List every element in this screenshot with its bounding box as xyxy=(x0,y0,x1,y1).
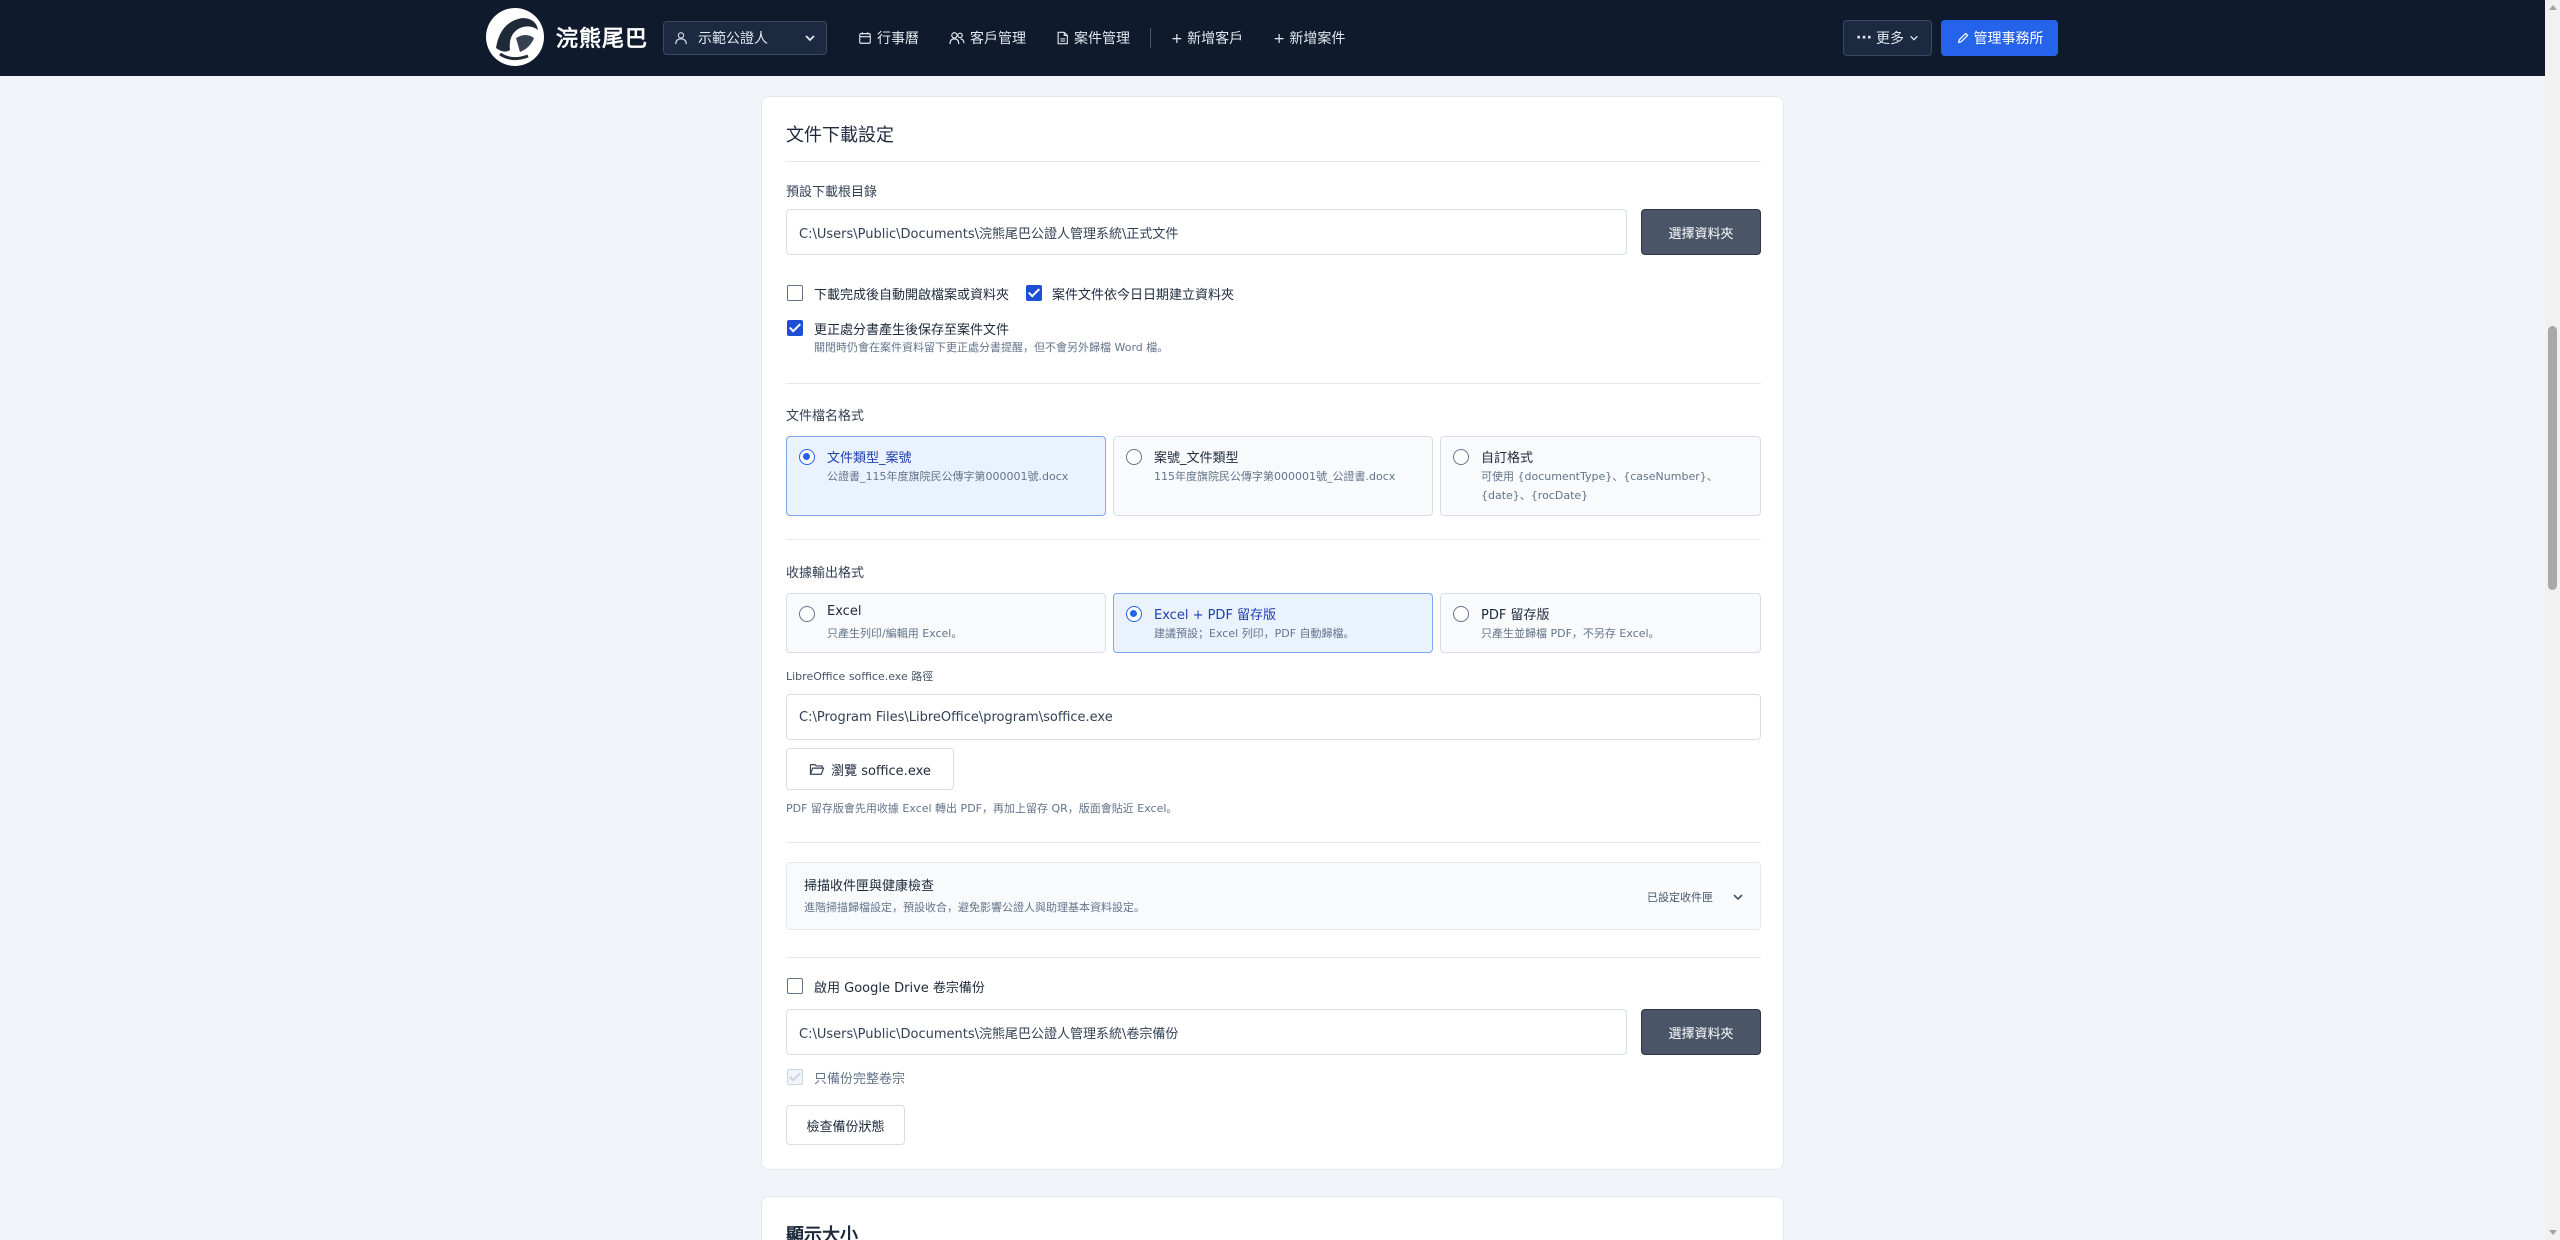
receipt-option-excel-pdf[interactable]: Excel + PDF 留存版 建議預設；Excel 列印，PDF 自動歸檔。 xyxy=(1113,593,1433,653)
scan-folder-status: 已設定收件匣 xyxy=(1647,891,1713,904)
display-size-card: 顯示大小 xyxy=(761,1196,1784,1240)
pdf-hint: PDF 留存版會先用收據 Excel 轉出 PDF，再加上留存 QR，版面會貼近… xyxy=(786,802,1178,815)
chevron-down-icon xyxy=(1733,894,1743,901)
user-icon xyxy=(675,32,687,45)
browse-soffice-button[interactable]: 瀏覽 soffice.exe xyxy=(786,748,954,790)
radio-icon xyxy=(1126,449,1142,465)
save-correction-hint: 關閉時仍會在案件資料留下更正處分書提醒，但不會另外歸檔 Word 檔。 xyxy=(814,341,1169,354)
office-select[interactable]: 示範公證人 xyxy=(663,21,827,55)
divider xyxy=(786,842,1761,843)
save-correction-label: 更正處分書產生後保存至案件文件 xyxy=(814,323,1010,338)
scan-folder-collapsible[interactable]: 掃描收件匣與健康檢查 進階掃描歸檔設定，預設收合，避免影響公證人與助理基本資料設… xyxy=(786,862,1761,930)
check-backup-status-button[interactable]: 檢查備份狀態 xyxy=(786,1105,905,1145)
users-icon xyxy=(949,32,965,45)
backup-path-input[interactable]: C:\Users\Public\Documents\浣熊尾巴公證人管理系統\卷宗… xyxy=(786,1009,1627,1055)
top-navbar: 浣熊尾巴 示範公證人 行事曆 客戶管理 案件管理 + 新增客戶 + 新增案件 ·… xyxy=(0,0,2545,76)
chevron-down-icon xyxy=(805,35,815,42)
download-settings-card: 文件下載設定 預設下載根目錄 C:\Users\Public\Documents… xyxy=(761,96,1784,1170)
calendar-icon xyxy=(859,32,871,44)
filename-option-custom[interactable]: 自訂格式 可使用 {documentType}、{caseNumber}、{da… xyxy=(1440,436,1761,516)
nav-add-case[interactable]: + 新增案件 xyxy=(1273,28,1345,48)
choose-folder-button[interactable]: 選擇資料夾 xyxy=(1641,209,1761,255)
receipt-option-pdf[interactable]: PDF 留存版 只產生並歸檔 PDF，不另存 Excel。 xyxy=(1440,593,1761,653)
root-dir-input[interactable]: C:\Users\Public\Documents\浣熊尾巴公證人管理系統\正式… xyxy=(786,209,1627,255)
date-folder-checkbox[interactable] xyxy=(1026,285,1042,301)
radio-icon xyxy=(1126,606,1142,622)
soffice-path-label: LibreOffice soffice.exe 路徑 xyxy=(786,670,934,683)
divider xyxy=(786,539,1761,540)
nav-cases[interactable]: 案件管理 xyxy=(1056,28,1130,48)
date-folder-label: 案件文件依今日日期建立資料夾 xyxy=(1052,288,1235,303)
raccoon-logo-icon xyxy=(486,8,544,66)
folder-open-icon xyxy=(809,764,825,775)
backup-choose-folder-button[interactable]: 選擇資料夾 xyxy=(1641,1009,1761,1055)
nav-clients[interactable]: 客戶管理 xyxy=(949,28,1026,48)
nav-add-client[interactable]: + 新增客戶 xyxy=(1150,28,1243,48)
filename-option-case-type[interactable]: 案號_文件類型 115年度旗院民公傳字第000001號_公證書.docx xyxy=(1113,436,1433,516)
root-dir-label: 預設下載根目錄 xyxy=(786,185,878,200)
scan-folder-desc: 進階掃描歸檔設定，預設收合，避免影響公證人與助理基本資料設定。 xyxy=(804,901,1145,914)
receipt-option-excel[interactable]: Excel 只產生列印/編輯用 Excel。 xyxy=(786,593,1106,653)
radio-icon xyxy=(1453,449,1469,465)
more-menu-button[interactable]: ··· 更多 xyxy=(1843,20,1932,56)
nav-links: 行事曆 客戶管理 案件管理 + 新增客戶 + 新增案件 xyxy=(858,0,1375,76)
soffice-path-input[interactable]: C:\Program Files\LibreOffice\program\sof… xyxy=(786,694,1761,740)
receipt-format-label: 收據輸出格式 xyxy=(786,566,865,581)
card-title: 文件下載設定 xyxy=(786,125,894,146)
scan-folder-title: 掃描收件匣與健康檢查 xyxy=(804,879,935,894)
complete-only-checkbox[interactable] xyxy=(787,1069,803,1085)
file-icon xyxy=(1057,31,1068,45)
auto-open-label: 下載完成後自動開啟檔案或資料夾 xyxy=(814,288,1010,303)
filename-format-label: 文件檔名格式 xyxy=(786,409,865,424)
divider xyxy=(786,161,1761,162)
radio-icon xyxy=(799,449,815,465)
display-size-title: 顯示大小 xyxy=(786,1225,858,1240)
radio-icon xyxy=(799,606,815,622)
auto-open-checkbox[interactable] xyxy=(787,285,803,301)
radio-icon xyxy=(1453,606,1469,622)
page-scrollbar[interactable] xyxy=(2545,0,2560,1240)
manage-office-button[interactable]: 管理事務所 xyxy=(1941,20,2058,56)
brand-name: 浣熊尾巴 xyxy=(556,27,649,52)
divider xyxy=(786,957,1761,958)
divider xyxy=(786,383,1761,384)
google-drive-backup-checkbox[interactable] xyxy=(787,978,803,994)
save-correction-checkbox[interactable] xyxy=(787,320,803,336)
filename-option-type-case[interactable]: 文件類型_案號 公證書_115年度旗院民公傳字第000001號.docx xyxy=(786,436,1106,516)
complete-only-label: 只備份完整卷宗 xyxy=(814,1072,906,1087)
pencil-icon xyxy=(1957,32,1968,44)
brand[interactable]: 浣熊尾巴 xyxy=(486,8,648,66)
scroll-down-icon[interactable] xyxy=(2549,1230,2557,1235)
scroll-thumb[interactable] xyxy=(2548,326,2557,590)
scroll-up-icon[interactable] xyxy=(2549,5,2557,10)
chevron-down-icon xyxy=(1910,35,1918,41)
google-drive-backup-label: 啟用 Google Drive 卷宗備份 xyxy=(814,981,985,996)
nav-calendar[interactable]: 行事曆 xyxy=(858,28,919,48)
ellipsis-icon: ··· xyxy=(1856,30,1872,46)
office-select-value: 示範公證人 xyxy=(698,31,768,47)
